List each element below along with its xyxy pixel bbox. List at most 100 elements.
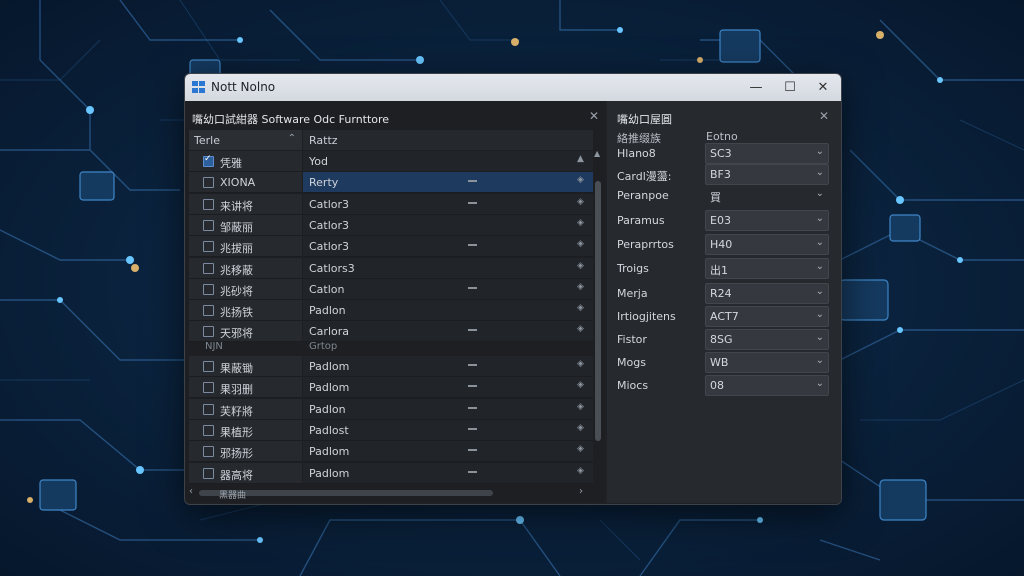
name-cell[interactable]: 天邪将 — [189, 321, 302, 343]
value-cell[interactable]: Catlon ◈ — [303, 278, 593, 300]
table-row[interactable]: 凭雅 Yod ▲ — [189, 151, 593, 172]
name-cell[interactable]: 凭雅 — [189, 151, 302, 172]
checkbox-icon[interactable] — [203, 262, 214, 274]
sort-icon[interactable]: ⌃ — [288, 133, 296, 144]
diamond-icon[interactable]: ◈ — [577, 197, 584, 207]
title-bar[interactable]: Nott Nolno — ☐ ✕ — [185, 74, 841, 101]
property-dropdown[interactable]: E03 ⌄ — [705, 210, 829, 231]
name-cell[interactable]: 来讲将 — [189, 193, 302, 215]
name-cell[interactable]: 邹蔽丽 — [189, 214, 302, 236]
column-header-value[interactable]: Rattz — [303, 130, 593, 150]
chevron-down-icon[interactable]: ⌄ — [816, 213, 824, 224]
scroll-up-icon[interactable]: ▲ — [594, 149, 600, 158]
table-row[interactable]: 果植形 Padlost ◈ — [189, 419, 593, 441]
checkbox-icon[interactable] — [203, 326, 214, 338]
property-dropdown[interactable]: H40 ⌄ — [705, 234, 829, 255]
property-dropdown[interactable]: SC3 ⌄ — [705, 143, 829, 164]
checkbox-icon[interactable] — [203, 446, 214, 458]
name-cell[interactable]: 芙籽將 — [189, 398, 302, 420]
value-cell[interactable]: Padlost ◈ — [303, 419, 593, 441]
checkbox-icon[interactable] — [203, 241, 214, 253]
diamond-icon[interactable]: ◈ — [577, 466, 584, 476]
name-cell[interactable]: 兆拔丽 — [189, 236, 302, 258]
value-cell[interactable]: Catlors3 ◈ — [303, 257, 593, 279]
name-cell[interactable]: 兆砂将 — [189, 278, 302, 300]
checkbox-icon[interactable] — [203, 382, 214, 394]
checkbox-icon[interactable] — [203, 467, 214, 479]
diamond-icon[interactable]: ◈ — [577, 282, 584, 292]
chevron-down-icon[interactable]: ⌄ — [816, 332, 824, 343]
property-dropdown[interactable]: 買 ⌄ — [705, 185, 829, 206]
property-dropdown[interactable]: 8SG ⌄ — [705, 329, 829, 350]
name-cell[interactable]: 器高将 — [189, 462, 302, 484]
checkbox-icon[interactable] — [203, 305, 214, 317]
table-row[interactable]: 天邪将 Carlora ◈ — [189, 321, 593, 343]
name-cell[interactable]: 邪扬形 — [189, 441, 302, 463]
close-icon[interactable]: ✕ — [819, 109, 829, 123]
chevron-down-icon[interactable]: ⌄ — [816, 286, 824, 297]
name-cell[interactable]: XIONA — [189, 172, 302, 194]
property-dropdown[interactable]: WB ⌄ — [705, 352, 829, 373]
chevron-down-icon[interactable]: ⌄ — [816, 355, 824, 366]
name-cell[interactable]: 兆移蔽 — [189, 257, 302, 279]
value-cell[interactable]: Catlor3 ◈ — [303, 214, 593, 236]
minimize-icon[interactable]: — — [740, 74, 772, 101]
value-cell[interactable]: Padlom ◈ — [303, 356, 593, 377]
name-cell[interactable]: 果羽删 — [189, 377, 302, 399]
horizontal-scrollbar[interactable]: ‹ 黑器曲 › — [189, 486, 583, 501]
checkbox-icon[interactable] — [203, 403, 214, 415]
diamond-icon[interactable]: ◈ — [577, 303, 584, 313]
scroll-thumb[interactable] — [595, 181, 601, 441]
table-row[interactable]: 兆砂将 Catlon ◈ — [189, 278, 593, 300]
table-row[interactable]: XIONA Rerty ◈ — [189, 172, 593, 194]
diamond-icon[interactable]: ◈ — [577, 261, 584, 271]
sort-icon[interactable]: ▲ — [577, 154, 584, 164]
diamond-icon[interactable]: ◈ — [577, 444, 584, 454]
name-cell[interactable]: 果植形 — [189, 419, 302, 441]
maximize-icon[interactable]: ☐ — [774, 74, 806, 101]
property-dropdown[interactable]: BF3 ⌄ — [705, 164, 829, 185]
diamond-icon[interactable]: ◈ — [577, 239, 584, 249]
checkbox-icon[interactable] — [203, 198, 214, 210]
column-header-name[interactable]: Terle ⌃ — [189, 130, 302, 150]
scroll-down-icon[interactable]: ⌄ — [594, 501, 602, 504]
table-row[interactable]: 芙籽將 Padlon ◈ — [189, 398, 593, 420]
table-row[interactable]: 兆拔丽 Catlor3 ◈ — [189, 236, 593, 258]
value-cell[interactable]: Padlom ◈ — [303, 441, 593, 463]
checkbox-icon[interactable] — [203, 361, 214, 372]
vertical-scrollbar[interactable]: ▲ ⌄ — [594, 149, 602, 504]
table-row[interactable]: 器高将 Padlom ◈ — [189, 462, 593, 484]
table-row[interactable]: 来讲将 Catlor3 ◈ — [189, 193, 593, 215]
close-icon[interactable]: ✕ — [589, 109, 599, 123]
diamond-icon[interactable]: ◈ — [577, 402, 584, 412]
chevron-down-icon[interactable]: ⌄ — [816, 188, 824, 199]
table-row[interactable]: 邪扬形 Padlom ◈ — [189, 441, 593, 463]
name-cell[interactable]: 兆扬铁 — [189, 300, 302, 322]
chevron-down-icon[interactable]: ⌄ — [816, 146, 824, 157]
chevron-down-icon[interactable]: ⌄ — [816, 378, 824, 389]
value-cell[interactable]: Catlor3 ◈ — [303, 193, 593, 215]
table-row[interactable]: 邹蔽丽 Catlor3 ◈ — [189, 214, 593, 236]
chevron-down-icon[interactable]: ⌄ — [816, 167, 824, 178]
value-cell[interactable]: Carlora ◈ — [303, 321, 593, 343]
scroll-left-icon[interactable]: ‹ — [189, 486, 193, 497]
table-row[interactable]: 果羽删 Padlom ◈ — [189, 377, 593, 399]
diamond-icon[interactable]: ◈ — [577, 218, 584, 228]
chevron-down-icon[interactable]: ⌄ — [816, 261, 824, 272]
value-cell[interactable]: Padlon ◈ — [303, 300, 593, 322]
property-dropdown[interactable]: R24 ⌄ — [705, 283, 829, 304]
diamond-icon[interactable]: ◈ — [577, 359, 584, 369]
checkbox-icon[interactable] — [203, 177, 214, 189]
checkbox-icon[interactable] — [203, 424, 214, 436]
checkbox-icon[interactable] — [203, 154, 214, 167]
name-cell[interactable]: 果蔽锄 — [189, 356, 302, 377]
diamond-icon[interactable]: ◈ — [577, 423, 584, 433]
value-cell[interactable]: Catlor3 ◈ — [303, 236, 593, 258]
diamond-icon[interactable]: ◈ — [577, 324, 584, 334]
property-dropdown[interactable]: 出1 ⌄ — [705, 258, 829, 279]
value-cell[interactable]: Yod ▲ — [303, 151, 593, 172]
table-row[interactable]: 果蔽锄 Padlom ◈ — [189, 356, 593, 377]
diamond-icon[interactable]: ◈ — [577, 175, 584, 185]
value-cell[interactable]: Padlom ◈ — [303, 462, 593, 484]
scroll-right-icon[interactable]: › — [579, 486, 583, 497]
